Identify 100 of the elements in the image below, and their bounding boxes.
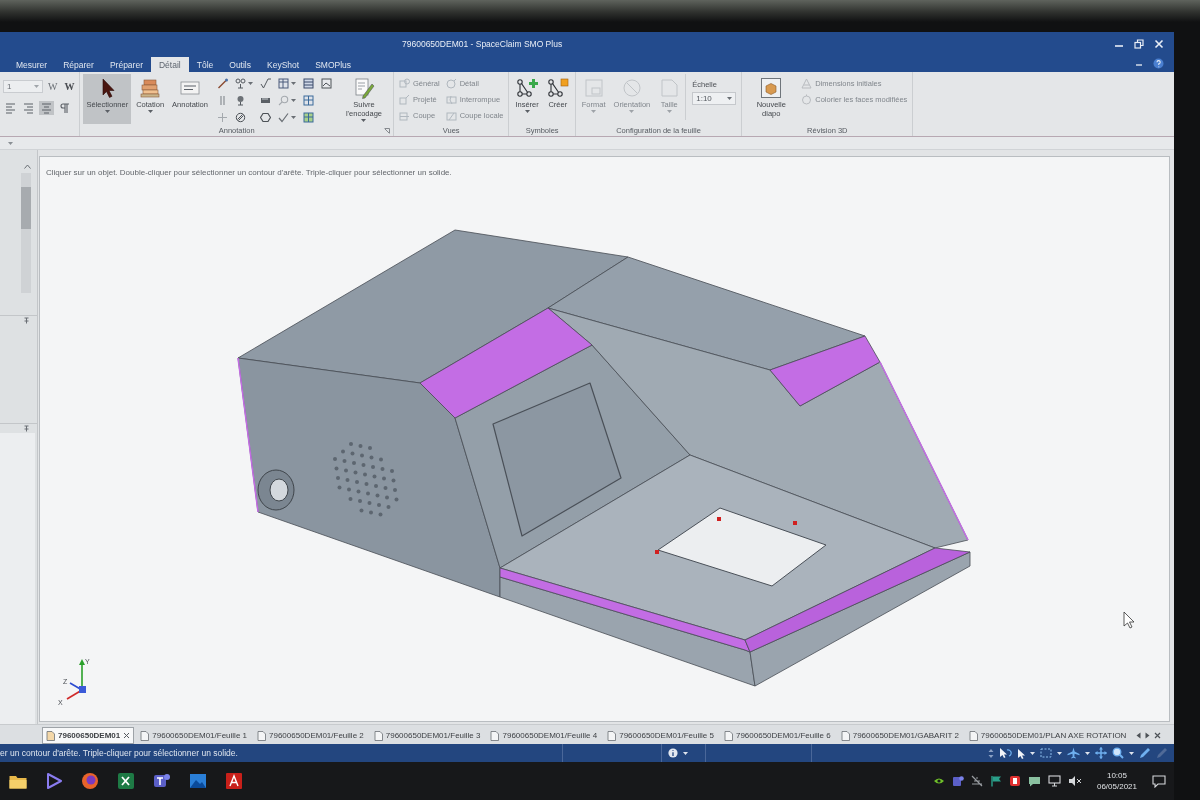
ribbon-tab[interactable]: SMOPlus [307,57,360,72]
sheet-tab[interactable]: 79600650DEM01/Feuille 4 [486,727,602,744]
caret-icon[interactable] [361,119,367,122]
caret-icon[interactable] [247,82,253,85]
sheet-tab[interactable]: 79600650DEM01 [42,727,135,744]
caret-icon[interactable] [1085,751,1090,755]
play-icon[interactable] [45,772,63,790]
caret-icon[interactable] [1030,751,1035,755]
text-style-button[interactable]: W [46,81,60,92]
ribbon-tab[interactable]: Réparer [55,57,102,72]
restore-icon[interactable] [1134,38,1144,49]
size-dropdown[interactable]: 1 [3,80,43,93]
section-view-icon [445,110,457,121]
spreadsheet-icon[interactable] [117,772,135,790]
scrollbar-track[interactable] [21,173,31,293]
pen-icon[interactable] [1139,747,1151,759]
eye-icon[interactable] [932,776,945,786]
table-icon[interactable] [302,78,314,89]
pin-icon[interactable] [24,317,29,324]
surface-finish-icon[interactable] [259,78,271,89]
text-style-button[interactable]: W [62,81,77,92]
table-icon[interactable] [277,78,289,89]
ribbon-tab[interactable]: Détail [151,57,189,72]
pointer-icon[interactable] [1017,747,1025,759]
table-icon[interactable] [302,95,314,106]
landscape-photo-icon[interactable] [189,772,207,790]
orientation-icon [620,77,643,99]
sheet-tab[interactable]: 79600650DEM01/Feuille 3 [369,727,485,744]
caret-icon[interactable] [727,97,733,100]
app-tile-icon[interactable] [1008,775,1021,787]
scroll-right-icon[interactable] [1145,732,1151,739]
document-reader-icon[interactable] [225,772,243,790]
sheet-tab[interactable]: 79600650DEM01/Feuille 5 [603,727,718,744]
detail-view-icon [445,78,457,89]
sheet-tab[interactable]: 79600650DEM01/PLAN AXE ROTATION [964,727,1131,744]
table-icon[interactable] [302,112,314,123]
caret-icon[interactable] [683,751,688,755]
caret-icon[interactable] [290,82,296,85]
scale-dropdown[interactable]: 1:10 [692,92,737,105]
check-mark-icon[interactable] [277,112,289,123]
rotate-pointer-icon[interactable] [999,747,1012,759]
help-icon[interactable] [1153,58,1164,69]
document-icon [490,730,500,741]
document-icon [46,730,55,741]
caret-icon[interactable] [147,110,153,113]
ribbon-tab[interactable]: KeyShot [259,57,308,72]
caret-icon[interactable] [1057,751,1062,755]
mouse-cursor-icon [1123,611,1135,629]
move-icon[interactable] [1095,747,1107,759]
caret-icon[interactable] [290,116,296,119]
sheet-tab[interactable]: 79600650DEM01/Feuille 2 [253,727,368,744]
section-view-icon [398,110,410,121]
network-off-icon[interactable] [970,775,983,787]
folder-icon[interactable] [9,773,27,789]
leader-line-icon[interactable] [216,78,228,89]
pin-icon[interactable] [24,425,29,432]
align-button[interactable] [57,101,72,115]
sheet-size-icon [658,77,681,99]
dimension-tool-icon [139,77,162,99]
align-center-icon [41,102,52,114]
ribbon-tab[interactable]: Tôle [188,57,222,72]
dialog-launcher-icon[interactable] [383,127,390,134]
sheet-tab[interactable]: 79600650DEM01/GABARIT 2 [836,727,963,744]
speaker-muted-icon[interactable] [1067,775,1082,787]
monitor-icon[interactable] [1047,775,1061,787]
ribbon-tab[interactable]: Préparer [101,57,151,72]
caret-icon[interactable] [104,110,110,113]
scroll-arrows-icon[interactable] [988,747,994,759]
view-icon [398,94,410,105]
team-chat-icon[interactable] [153,772,171,790]
info-icon[interactable] [668,748,678,758]
flag-icon[interactable] [989,775,1002,787]
document-icon [373,730,383,741]
scroll-left-icon[interactable] [1136,732,1142,739]
image-icon[interactable] [320,78,332,89]
ribbon-tab[interactable]: Outils [221,57,259,72]
datum-symbol-icon[interactable] [234,78,246,89]
caret-icon[interactable] [290,99,296,102]
hexagon-icon[interactable] [259,112,271,123]
sheet-tab[interactable]: 79600650DEM01/Feuille 1 [136,727,251,744]
close-icon[interactable] [123,732,131,739]
close-icon[interactable] [1154,732,1162,739]
notification-icon[interactable] [1152,774,1166,788]
caret-icon[interactable] [524,110,530,113]
caret-icon[interactable] [1129,751,1134,755]
sheet-tab[interactable]: 79600650DEM01/Feuille 6 [719,727,835,744]
align-right-icon [23,102,34,114]
airplane-icon[interactable] [1067,747,1080,759]
scrollbar-thumb[interactable] [21,187,31,229]
zoom-icon[interactable] [1112,747,1124,759]
package-box-icon [760,77,783,99]
document-icon [140,730,150,741]
chat-bubble-icon[interactable] [1027,775,1041,787]
document-icon [257,730,266,741]
ruler-block-icon[interactable] [259,95,271,106]
document-icon [607,730,617,741]
hatched-circle-icon[interactable] [234,112,246,123]
browser-icon[interactable] [81,772,99,790]
scroll-up-icon[interactable] [24,164,31,169]
ribbon-tab[interactable]: Mesurer [8,57,56,72]
